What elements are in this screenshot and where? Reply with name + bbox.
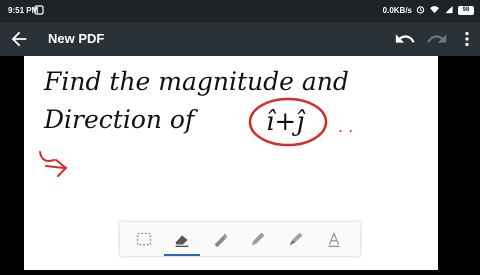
note-line-1: Find the magnitude and (43, 67, 349, 96)
eraser-icon[interactable] (164, 228, 200, 256)
undo-icon[interactable] (394, 28, 416, 50)
app-bar: New PDF (0, 22, 480, 56)
alarm-icon (416, 5, 425, 16)
note-line-2: Direction of (43, 105, 198, 134)
pencil-icon[interactable] (246, 228, 270, 250)
more-vert-icon[interactable] (456, 28, 478, 50)
redo-icon[interactable] (426, 28, 448, 50)
wifi-icon (429, 5, 440, 16)
status-indicators: 0.0KB/s 98 (383, 5, 474, 16)
pen-icon[interactable] (208, 228, 232, 250)
red-arrow-annotation (39, 151, 68, 177)
page-title: New PDF (48, 31, 105, 46)
notification-icon (34, 5, 44, 17)
battery-icon: 98 (458, 6, 474, 15)
select-icon[interactable] (132, 228, 156, 250)
sim-signal-icon (444, 5, 454, 16)
drawing-toolbar (120, 222, 360, 256)
back-arrow-icon[interactable] (8, 28, 30, 50)
vector-expression: î+ĵ (266, 107, 306, 137)
network-speed: 0.0KB/s (382, 6, 412, 15)
text-icon[interactable] (322, 228, 346, 250)
trailing-dots: . . (338, 117, 353, 136)
marker-icon[interactable] (284, 228, 308, 250)
status-bar: 9:51 PM 0.0KB/s 98 (0, 0, 480, 22)
